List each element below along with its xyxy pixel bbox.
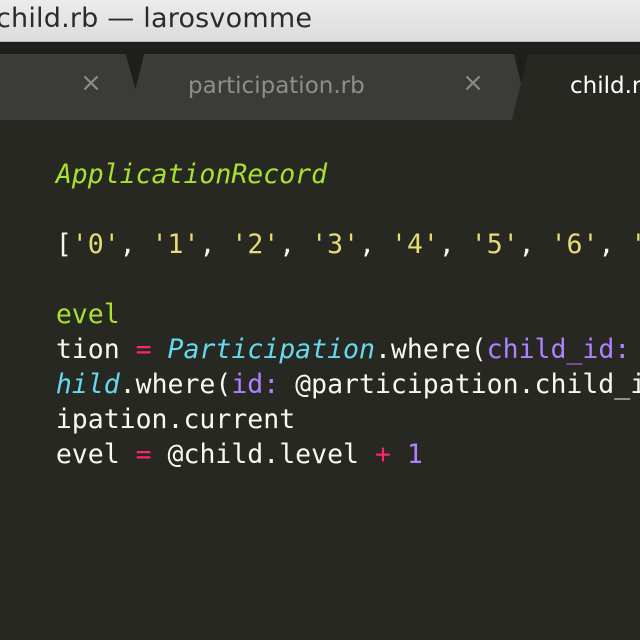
number-token: 1 bbox=[406, 439, 423, 470]
separator-token: , bbox=[199, 229, 232, 260]
tab-close-icon[interactable]: × bbox=[78, 70, 104, 96]
separator-token: , bbox=[359, 229, 391, 260]
inherited-class-token: ApplicationRecord bbox=[55, 159, 328, 190]
window-titlebar[interactable]: child.rb — larosvomme bbox=[0, 0, 640, 42]
variable-token: evel bbox=[55, 439, 136, 470]
separator-token: , bbox=[518, 229, 551, 260]
separator-token: , bbox=[279, 229, 312, 260]
string-token: '1' bbox=[151, 229, 200, 260]
code-line: hild.where(id: @participation.child_id) bbox=[0, 332, 640, 400]
bracket-token: [ bbox=[55, 229, 72, 260]
variable-token: @child.level bbox=[151, 439, 375, 470]
separator-token: , bbox=[598, 229, 631, 260]
string-token: '2' bbox=[231, 229, 280, 260]
tab-label: child.r bbox=[570, 73, 640, 99]
string-token: '7' bbox=[630, 229, 640, 260]
string-token: '5' bbox=[470, 229, 519, 260]
string-token: '3' bbox=[311, 229, 360, 260]
operator-token: + bbox=[374, 439, 391, 470]
window-title: child.rb — larosvomme bbox=[0, 3, 313, 34]
tab-hidden-file[interactable]: × bbox=[0, 54, 144, 120]
string-token: '6' bbox=[550, 229, 599, 260]
string-token: '4' bbox=[390, 229, 439, 260]
tab-child-active[interactable]: child.r bbox=[512, 54, 640, 120]
code-line: evel bbox=[0, 262, 120, 330]
operator-token: = bbox=[135, 439, 152, 470]
code-line: ipation.current bbox=[0, 367, 295, 435]
tab-label: participation.rb bbox=[188, 73, 365, 99]
code-line: evel = @child.level + 1 bbox=[0, 402, 423, 470]
tab-participation[interactable]: participation.rb × bbox=[128, 54, 530, 120]
tab-bar: × participation.rb × child.r bbox=[0, 42, 640, 120]
separator-token: , bbox=[438, 229, 471, 260]
string-token: '0' bbox=[71, 229, 120, 260]
separator-token: , bbox=[119, 229, 152, 260]
code-line: ['0', '1', '2', '3', '4', '5', '6', '7', bbox=[0, 192, 640, 260]
code-line: ApplicationRecord bbox=[0, 122, 327, 190]
code-editor[interactable]: ApplicationRecord ['0', '1', '2', '3', '… bbox=[0, 120, 640, 640]
code-line: tion = Participation.where(child_id: @ch bbox=[0, 297, 640, 365]
variable-token: @participation.child_id) bbox=[279, 369, 640, 400]
tab-close-icon[interactable]: × bbox=[460, 70, 486, 96]
